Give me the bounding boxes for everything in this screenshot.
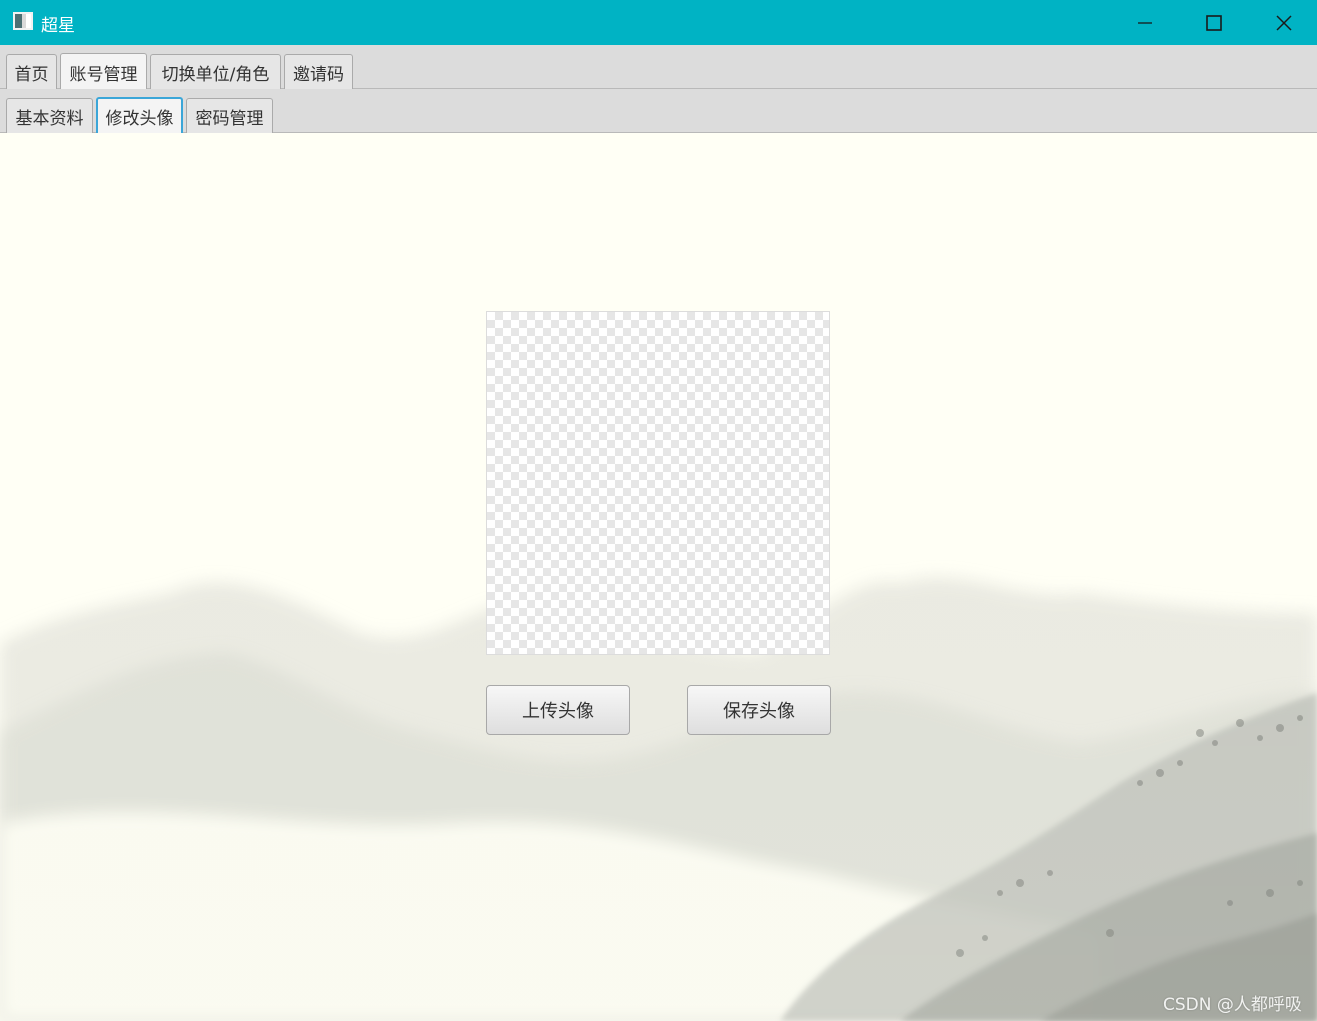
tab-switch-unit-role[interactable]: 切换单位/角色 (150, 54, 281, 90)
tab-account-management[interactable]: 账号管理 (60, 53, 147, 90)
minimize-button[interactable] (1110, 0, 1180, 45)
close-button[interactable] (1249, 0, 1317, 45)
window-title: 超星 (41, 16, 75, 36)
app-icon (13, 12, 33, 30)
tab-password-management[interactable]: 密码管理 (186, 98, 273, 134)
maximize-icon (1206, 14, 1222, 31)
sub-tab-bar: 基本资料 修改头像 密码管理 (0, 89, 1317, 134)
maximize-button[interactable] (1179, 0, 1249, 45)
tab-home[interactable]: 首页 (6, 54, 57, 90)
tab-change-avatar[interactable]: 修改头像 (96, 97, 183, 134)
avatar-preview (486, 311, 830, 655)
save-avatar-button[interactable]: 保存头像 (687, 685, 831, 735)
tab-basic-info[interactable]: 基本资料 (6, 98, 93, 134)
upload-avatar-button[interactable]: 上传头像 (486, 685, 630, 735)
minimize-icon (1138, 21, 1152, 24)
main-tab-bar: 首页 账号管理 切换单位/角色 邀请码 (0, 45, 1317, 90)
close-icon (1276, 14, 1292, 31)
watermark: CSDN @人都呼吸 (1163, 995, 1302, 1015)
tab-invite-code[interactable]: 邀请码 (284, 54, 353, 90)
title-bar: 超星 (0, 0, 1317, 45)
